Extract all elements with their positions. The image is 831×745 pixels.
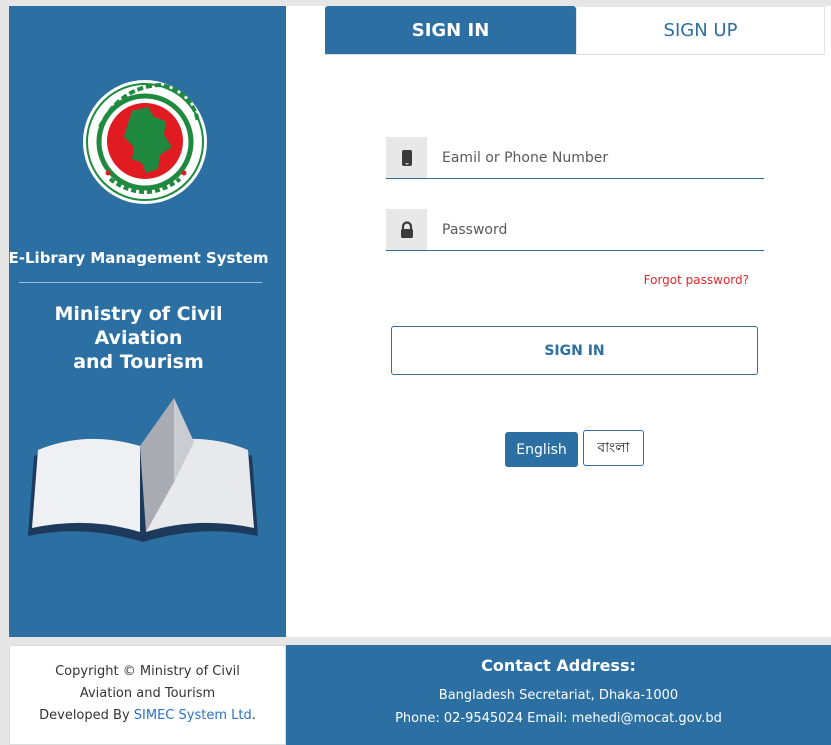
ministry-line-2: and Tourism [73, 351, 204, 373]
sidebar-divider [19, 282, 262, 283]
language-english-button[interactable]: English [505, 432, 578, 467]
developed-by-label: Developed By [39, 708, 134, 723]
developed-by-period: . [251, 708, 256, 723]
forgot-password-link[interactable]: Forgot password? [600, 273, 749, 287]
copyright-line-2: Aviation and Tourism [79, 686, 216, 701]
password-input[interactable] [430, 209, 760, 250]
sign-in-button[interactable]: SIGN IN [391, 326, 758, 375]
password-field [386, 209, 764, 251]
language-bangla-button[interactable]: বাংলা [583, 430, 644, 466]
copyright-line-1: Copyright © Ministry of Civil [55, 664, 240, 679]
simec-link[interactable]: SIMEC System Ltd [134, 708, 252, 723]
right-panel [286, 6, 831, 637]
email-input[interactable] [430, 137, 760, 178]
government-emblem-icon [83, 80, 207, 204]
tab-sign-in[interactable]: SIGN IN [325, 6, 576, 54]
contact-address: Bangladesh Secretariat, Dhaka-1000 [438, 688, 679, 703]
phone-icon [386, 137, 427, 178]
ministry-name: Ministry of Civil Aviation and Tourism [10, 302, 267, 374]
tab-sign-up[interactable]: SIGN UP [576, 6, 825, 53]
contact-title: Contact Address: [481, 656, 636, 675]
system-title: E-Library Management System [8, 249, 269, 267]
email-field [386, 137, 764, 179]
developed-by-line: Developed By SIMEC System Ltd. [9, 705, 286, 727]
ministry-line-1: Ministry of Civil Aviation [54, 303, 223, 349]
contact-phone-email: Phone: 02-9545024 Email: mehedi@mocat.go… [395, 711, 722, 726]
tab-divider [325, 54, 825, 55]
copyright-block: Copyright © Ministry of Civil Aviation a… [9, 661, 286, 727]
open-book-icon [28, 398, 258, 542]
lock-icon [386, 209, 427, 250]
